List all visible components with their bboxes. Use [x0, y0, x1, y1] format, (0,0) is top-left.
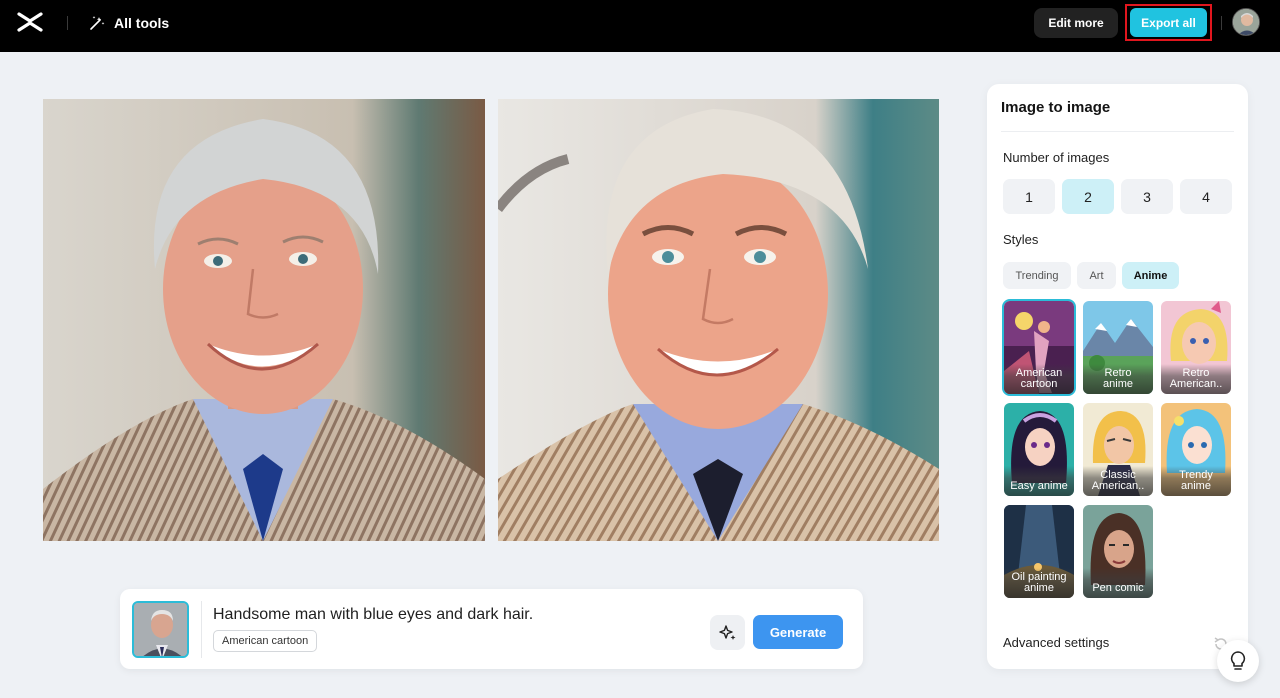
- generated-image[interactable]: [498, 99, 939, 541]
- tab-art[interactable]: Art: [1077, 262, 1116, 289]
- style-card-easy-anime[interactable]: Easy anime: [1004, 403, 1074, 496]
- export-all-button[interactable]: Export all: [1130, 8, 1207, 37]
- style-card-label: Easy anime: [1004, 466, 1074, 496]
- style-card-oil-painting-anime[interactable]: Oil painting anime: [1004, 505, 1074, 598]
- style-card-american-cartoon[interactable]: American cartoon: [1002, 299, 1076, 396]
- style-card-label: Oil painting anime: [1004, 568, 1074, 598]
- number-of-images-label: Number of images: [1003, 150, 1110, 165]
- style-card-label: Trendy anime: [1161, 466, 1231, 496]
- panel-divider: [1001, 131, 1234, 132]
- image-to-image-panel: Image to image Number of images 1 2 3 4 …: [987, 84, 1248, 669]
- style-chip[interactable]: American cartoon: [213, 630, 318, 652]
- generate-button[interactable]: Generate: [753, 615, 843, 649]
- header-divider: [67, 16, 68, 30]
- all-tools-label: All tools: [114, 15, 170, 31]
- advanced-settings[interactable]: Advanced settings: [1003, 635, 1109, 650]
- enhance-prompt-button[interactable]: [710, 615, 745, 650]
- lightbulb-icon: [1230, 651, 1246, 670]
- number-option-2[interactable]: 2: [1062, 179, 1114, 214]
- tab-anime[interactable]: Anime: [1122, 262, 1179, 289]
- panel-title: Image to image: [1001, 99, 1111, 116]
- style-card-trendy-anime[interactable]: Trendy anime: [1161, 403, 1231, 496]
- prompt-text[interactable]: Handsome man with blue eyes and dark hai…: [213, 606, 533, 624]
- avatar[interactable]: [1232, 8, 1260, 36]
- tab-trending[interactable]: Trending: [1003, 262, 1071, 289]
- style-card-label: Pen comic: [1083, 568, 1153, 598]
- style-card-label: Classic American..: [1083, 466, 1153, 496]
- magic-wand-icon: [90, 16, 105, 30]
- style-card-retro-anime[interactable]: Retro anime: [1083, 301, 1153, 394]
- style-card-retro-american[interactable]: Retro American..: [1161, 301, 1231, 394]
- number-option-3[interactable]: 3: [1121, 179, 1173, 214]
- styles-label: Styles: [1003, 232, 1039, 247]
- sparkle-icon: [718, 624, 735, 640]
- style-card-label: American cartoon: [1004, 364, 1074, 394]
- reference-image-thumbnail[interactable]: [132, 601, 189, 658]
- top-bar: All tools Edit more Export all: [0, 0, 1280, 52]
- original-image[interactable]: [43, 99, 485, 541]
- edit-more-button[interactable]: Edit more: [1034, 8, 1118, 38]
- capcut-logo-icon[interactable]: [16, 10, 44, 34]
- number-option-1[interactable]: 1: [1003, 179, 1055, 214]
- style-card-classic-american[interactable]: Classic American..: [1083, 403, 1153, 496]
- help-button[interactable]: [1217, 640, 1259, 682]
- header-divider: [1221, 16, 1222, 30]
- prompt-divider: [201, 601, 202, 658]
- all-tools-button[interactable]: All tools: [88, 12, 169, 34]
- style-card-label: Retro anime: [1083, 364, 1153, 394]
- number-option-4[interactable]: 4: [1180, 179, 1232, 214]
- style-card-pen-comic[interactable]: Pen comic: [1083, 505, 1153, 598]
- style-card-label: Retro American..: [1161, 364, 1231, 394]
- prompt-bar: Handsome man with blue eyes and dark hai…: [120, 589, 863, 669]
